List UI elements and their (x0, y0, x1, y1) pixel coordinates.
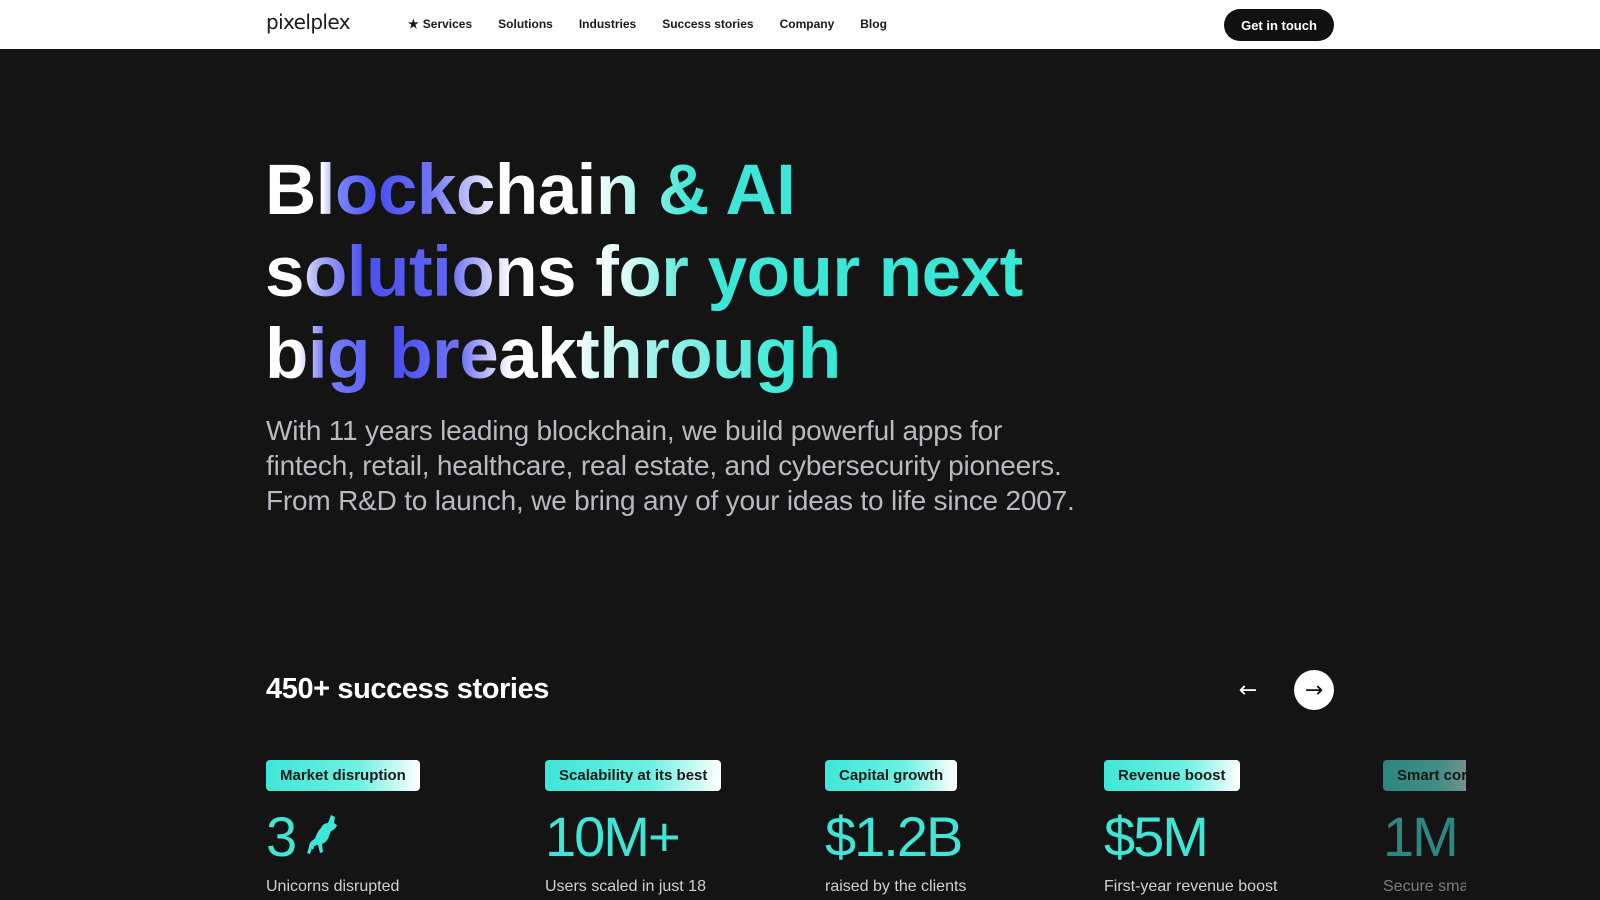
story-stat-value: $1.2B (825, 805, 963, 868)
story-stat: 1M (1383, 806, 1466, 868)
nav-item-services[interactable]: ★ Services (408, 17, 472, 31)
carousel-prev-button[interactable]: ← (1228, 670, 1268, 710)
success-stories-carousel: Market disruption 3 Unicorns disrupted S… (266, 760, 1466, 900)
story-description: Secure smar (1383, 878, 1466, 895)
star-icon: ★ (408, 17, 419, 31)
story-card[interactable]: Smart cor 1M Secure smar (1383, 760, 1466, 896)
story-tag: Revenue boost (1104, 760, 1240, 791)
hero-subtitle: With 11 years leading blockchain, we bui… (266, 415, 1075, 516)
story-description: First-year revenue boost (1104, 878, 1278, 895)
logo[interactable]: pixelplex (266, 10, 351, 34)
get-in-touch-button[interactable]: Get in touch (1224, 9, 1334, 41)
story-stat: 10M+ (545, 806, 805, 868)
story-stat-value: 1M (1383, 805, 1459, 868)
hero-title-line: Blockchain & AI (265, 150, 1085, 232)
main-nav: ★ Services Solutions Industries Success … (408, 17, 887, 31)
unicorn-icon (307, 815, 338, 854)
arrow-left-icon: ← (1238, 677, 1258, 703)
hero-title-line: big breakthrough (265, 314, 1085, 396)
story-stat-value: 3 (266, 805, 297, 868)
story-card[interactable]: Scalability at its best 10M+ Users scale… (545, 760, 805, 896)
story-card[interactable]: Market disruption 3 Unicorns disrupted (266, 760, 526, 896)
carousel-next-button[interactable]: → (1294, 670, 1334, 710)
nav-item-solutions[interactable]: Solutions (498, 17, 553, 31)
story-tag: Scalability at its best (545, 760, 722, 791)
story-stat: $5M (1104, 806, 1364, 868)
nav-item-label: Services (422, 17, 473, 31)
story-card[interactable]: Capital growth $1.2B raised by the clien… (825, 760, 1085, 896)
nav-item-success-stories[interactable]: Success stories (662, 17, 753, 31)
arrow-right-icon: → (1304, 677, 1324, 703)
top-navigation-bar: pixelplex ★ Services Solutions Industrie… (0, 0, 1600, 49)
story-description: raised by the clients (825, 878, 967, 895)
story-tag: Smart cor (1383, 760, 1466, 791)
success-stories-title: 450+ success stories (266, 673, 550, 705)
story-stat-value: 10M+ (545, 805, 681, 868)
story-stat: $1.2B (825, 806, 1085, 868)
story-card[interactable]: Revenue boost $5M First-year revenue boo… (1104, 760, 1364, 896)
story-tag: Market disruption (266, 760, 420, 791)
story-description: Users scaled in just 18 (545, 878, 706, 895)
story-description: Unicorns disrupted (266, 878, 400, 895)
nav-item-company[interactable]: Company (780, 17, 835, 31)
nav-item-industries[interactable]: Industries (579, 17, 636, 31)
hero-title-line: solutions for your next (265, 232, 1085, 314)
nav-item-blog[interactable]: Blog (860, 17, 887, 31)
story-stat: 3 (266, 806, 526, 868)
hero-title: Blockchain & AI solutions for your next … (265, 150, 1085, 396)
story-stat-value: $5M (1104, 805, 1209, 868)
story-tag: Capital growth (825, 760, 958, 791)
